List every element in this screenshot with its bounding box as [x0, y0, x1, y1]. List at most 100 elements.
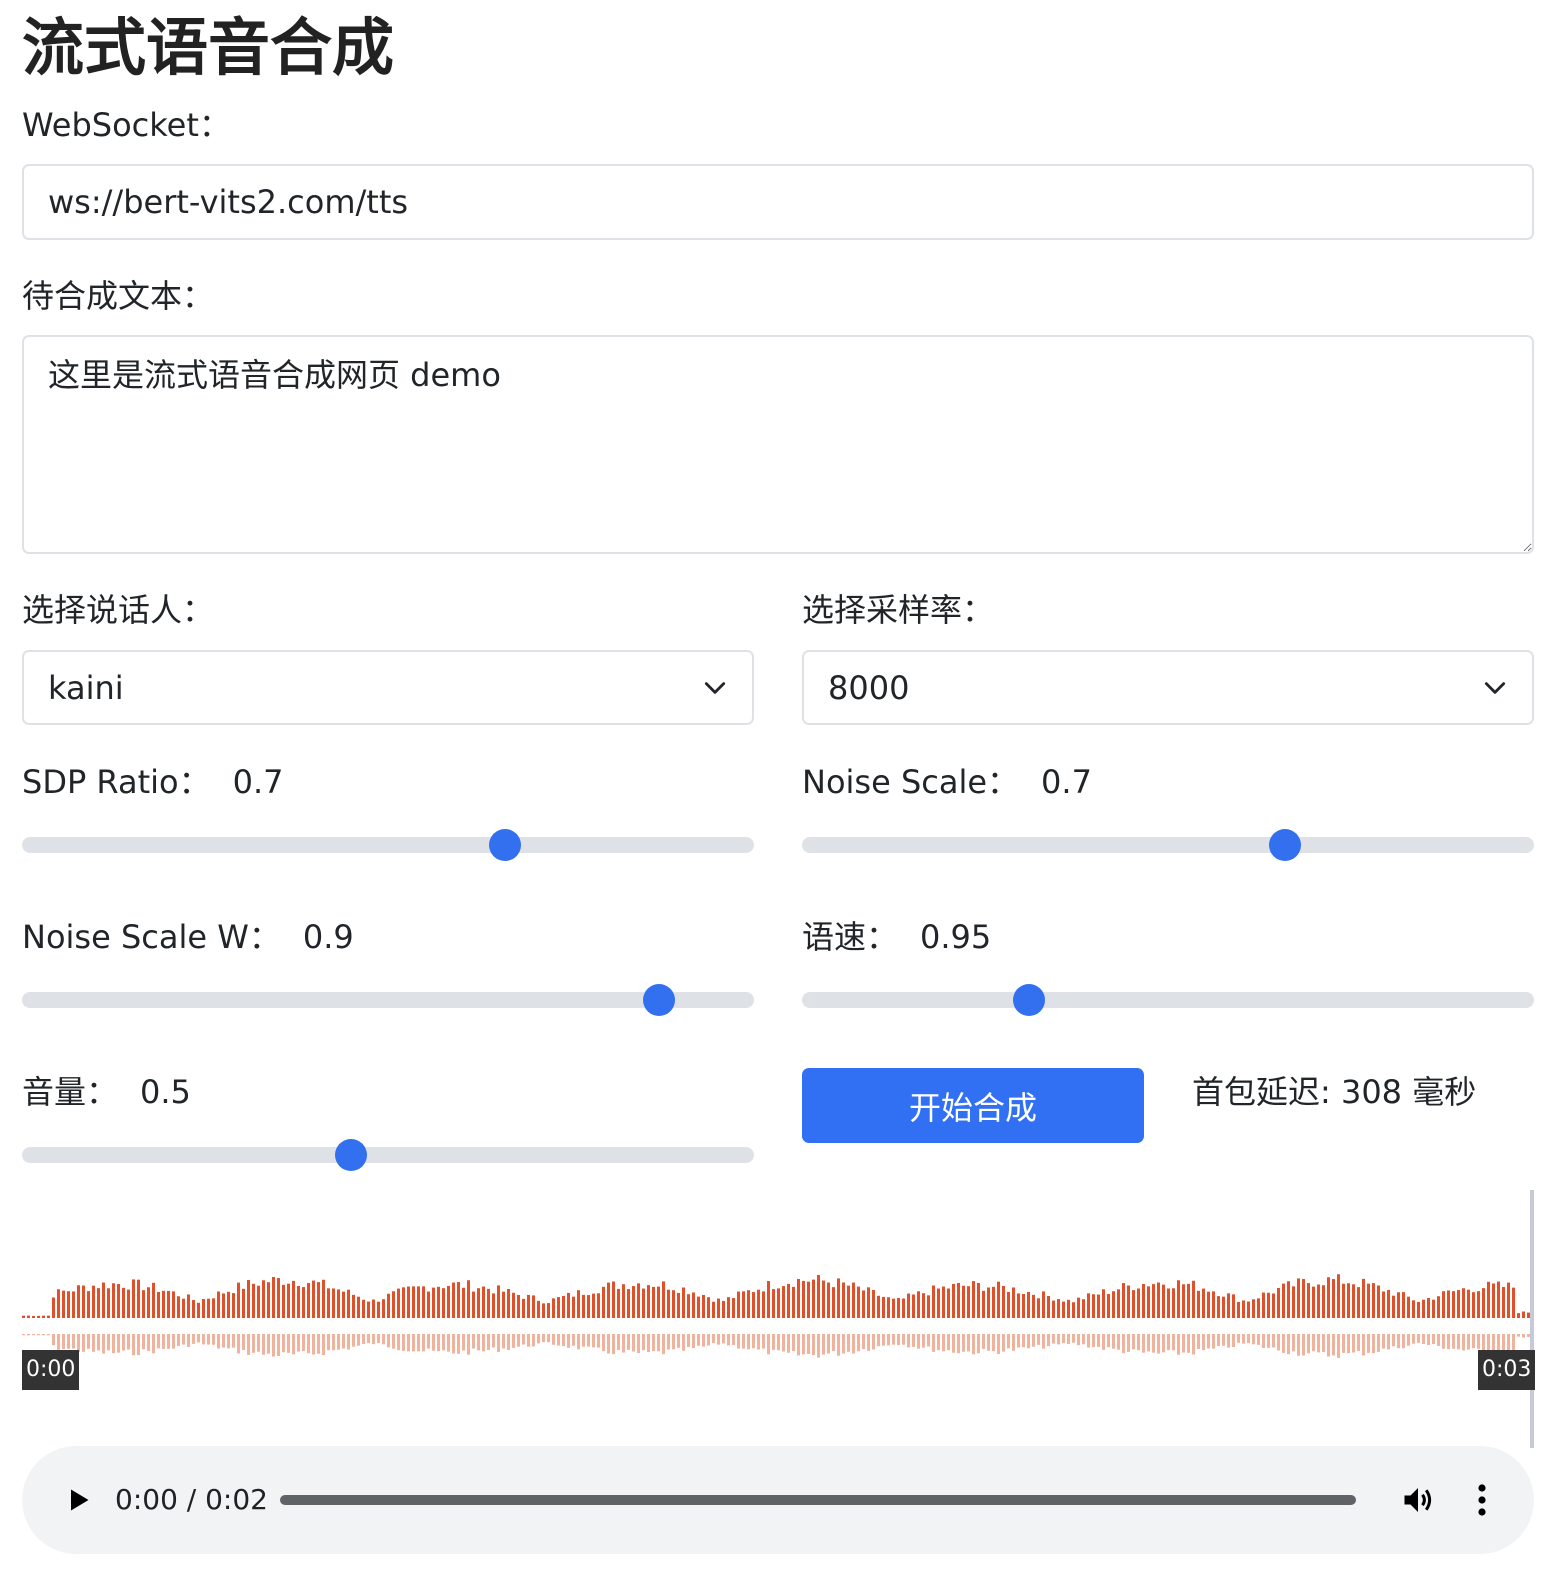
speaker-select[interactable]: kaini: [22, 650, 754, 725]
waveform-bar: [1337, 1274, 1340, 1318]
waveform-bar: [1217, 1296, 1220, 1318]
waveform-reflection-bar: [907, 1334, 910, 1348]
websocket-url-input[interactable]: [22, 164, 1534, 240]
waveform-reflection-bar: [477, 1334, 480, 1351]
waveform-reflection-bar: [467, 1334, 470, 1355]
waveform-reflection-bar: [712, 1334, 715, 1343]
waveform-reflection-bar: [687, 1334, 690, 1348]
waveform-bar: [842, 1282, 845, 1318]
waveform-reflection-bar: [1202, 1334, 1205, 1351]
waveform-bar: [527, 1294, 530, 1318]
noise-scale-w-slider[interactable]: [22, 980, 754, 1020]
waveform-reflection-bar: [1057, 1334, 1060, 1345]
playback-progress-bar[interactable]: [280, 1495, 1356, 1505]
waveform-reflection-bar: [62, 1334, 65, 1350]
waveform-bar: [627, 1289, 630, 1318]
waveform-bar: [1227, 1293, 1230, 1318]
waveform-bar: [1182, 1284, 1185, 1318]
waveform-reflection-bar: [1362, 1334, 1365, 1356]
waveform-reflection-bar: [1177, 1334, 1180, 1355]
waveform-reflection-bar: [112, 1334, 115, 1354]
waveform-reflection-bar: [967, 1334, 970, 1352]
waveform-bar: [1467, 1289, 1470, 1318]
waveform-bar: [1422, 1299, 1425, 1318]
sdp-ratio-slider[interactable]: [22, 825, 754, 865]
waveform-reflection-bar: [422, 1334, 425, 1352]
waveform-reflection-bar: [242, 1334, 245, 1351]
waveform-reflection-bar: [302, 1334, 305, 1352]
waveform-reflection-bar: [122, 1334, 125, 1351]
slider-track: [802, 837, 1534, 853]
waveform-reflection-bar: [1277, 1334, 1280, 1351]
waveform-bar: [1042, 1291, 1045, 1318]
waveform-bar: [1127, 1285, 1130, 1318]
waveform-bar: [1122, 1283, 1125, 1318]
waveform-reflection-bar: [97, 1334, 100, 1351]
waveform-reflection-bar: [42, 1334, 45, 1336]
waveform-bar: [1142, 1284, 1145, 1318]
waveform-reflection-bar: [917, 1334, 920, 1349]
waveform-reflection-bar: [452, 1334, 455, 1354]
waveform-display[interactable]: [22, 1190, 1534, 1450]
waveform-reflection-bar: [247, 1334, 250, 1355]
waveform-bar: [647, 1285, 650, 1318]
waveform-reflection-bar: [117, 1334, 120, 1353]
waveform-reflection-bar: [407, 1334, 410, 1352]
noise-scale-slider[interactable]: [802, 825, 1534, 865]
waveform-reflection-bar: [137, 1334, 140, 1356]
waveform-reflection-bar: [417, 1334, 420, 1352]
waveform-reflection-bar: [807, 1334, 810, 1354]
chevron-down-icon: [704, 681, 726, 694]
waveform-bar: [1117, 1289, 1120, 1318]
waveform-reflection-bar: [327, 1334, 330, 1351]
waveform-bar: [117, 1284, 120, 1318]
waveform-bar: [1317, 1284, 1320, 1318]
waveform-bar: [1362, 1278, 1365, 1318]
waveform-reflection-bar: [587, 1334, 590, 1347]
waveform-bar: [1397, 1292, 1400, 1318]
waveform-bar: [257, 1285, 260, 1318]
waveform-reflection-bar: [202, 1334, 205, 1345]
slider-thumb[interactable]: [335, 1139, 368, 1171]
waveform-bar: [592, 1293, 595, 1318]
waveform-bar: [1257, 1298, 1260, 1318]
waveform-bar: [277, 1278, 280, 1318]
start-synthesis-button[interactable]: 开始合成: [802, 1068, 1144, 1143]
waveform-reflection-bar: [612, 1334, 615, 1355]
waveform-bar: [472, 1291, 475, 1318]
waveform-bar: [1017, 1293, 1020, 1318]
sample-rate-select[interactable]: 8000: [802, 650, 1534, 725]
waveform-reflection-bar: [1152, 1334, 1155, 1353]
waveform-bar: [1402, 1292, 1405, 1318]
volume-slider[interactable]: [22, 1135, 754, 1175]
volume-label-text: 音量：: [22, 1073, 119, 1111]
waveform-bar: [772, 1289, 775, 1318]
sdp-ratio-label-text: SDP Ratio：: [22, 763, 211, 801]
waveform-reflection-bar: [1242, 1334, 1245, 1344]
synthesis-text-area[interactable]: [22, 335, 1534, 554]
more-options-icon[interactable]: [1470, 1482, 1494, 1518]
waveform-bar: [262, 1280, 265, 1318]
waveform-bar: [1207, 1291, 1210, 1318]
speed-slider[interactable]: [802, 980, 1534, 1020]
first-packet-latency: 首包延迟: 308 毫秒: [1192, 1073, 1477, 1111]
play-icon[interactable]: [64, 1486, 92, 1514]
waveform-reflection-bar: [692, 1334, 695, 1349]
slider-thumb[interactable]: [1012, 984, 1045, 1016]
waveform-bar: [602, 1286, 605, 1318]
waveform-reflection-bar: [292, 1334, 295, 1355]
waveform-bar: [237, 1282, 240, 1318]
waveform-reflection-bar: [1482, 1334, 1485, 1351]
slider-thumb[interactable]: [1269, 829, 1302, 861]
waveform-reflection-bar: [812, 1334, 815, 1356]
waveform-bar: [892, 1298, 895, 1318]
slider-thumb[interactable]: [489, 829, 522, 861]
volume-icon[interactable]: [1400, 1482, 1436, 1518]
slider-thumb[interactable]: [642, 984, 675, 1016]
waveform-bar: [947, 1288, 950, 1318]
waveform-reflection-bar: [1367, 1334, 1370, 1353]
waveform-bar: [437, 1286, 440, 1318]
waveform-reflection-bar: [267, 1334, 270, 1354]
waveform-bar: [212, 1298, 215, 1318]
waveform-bar: [1387, 1289, 1390, 1318]
